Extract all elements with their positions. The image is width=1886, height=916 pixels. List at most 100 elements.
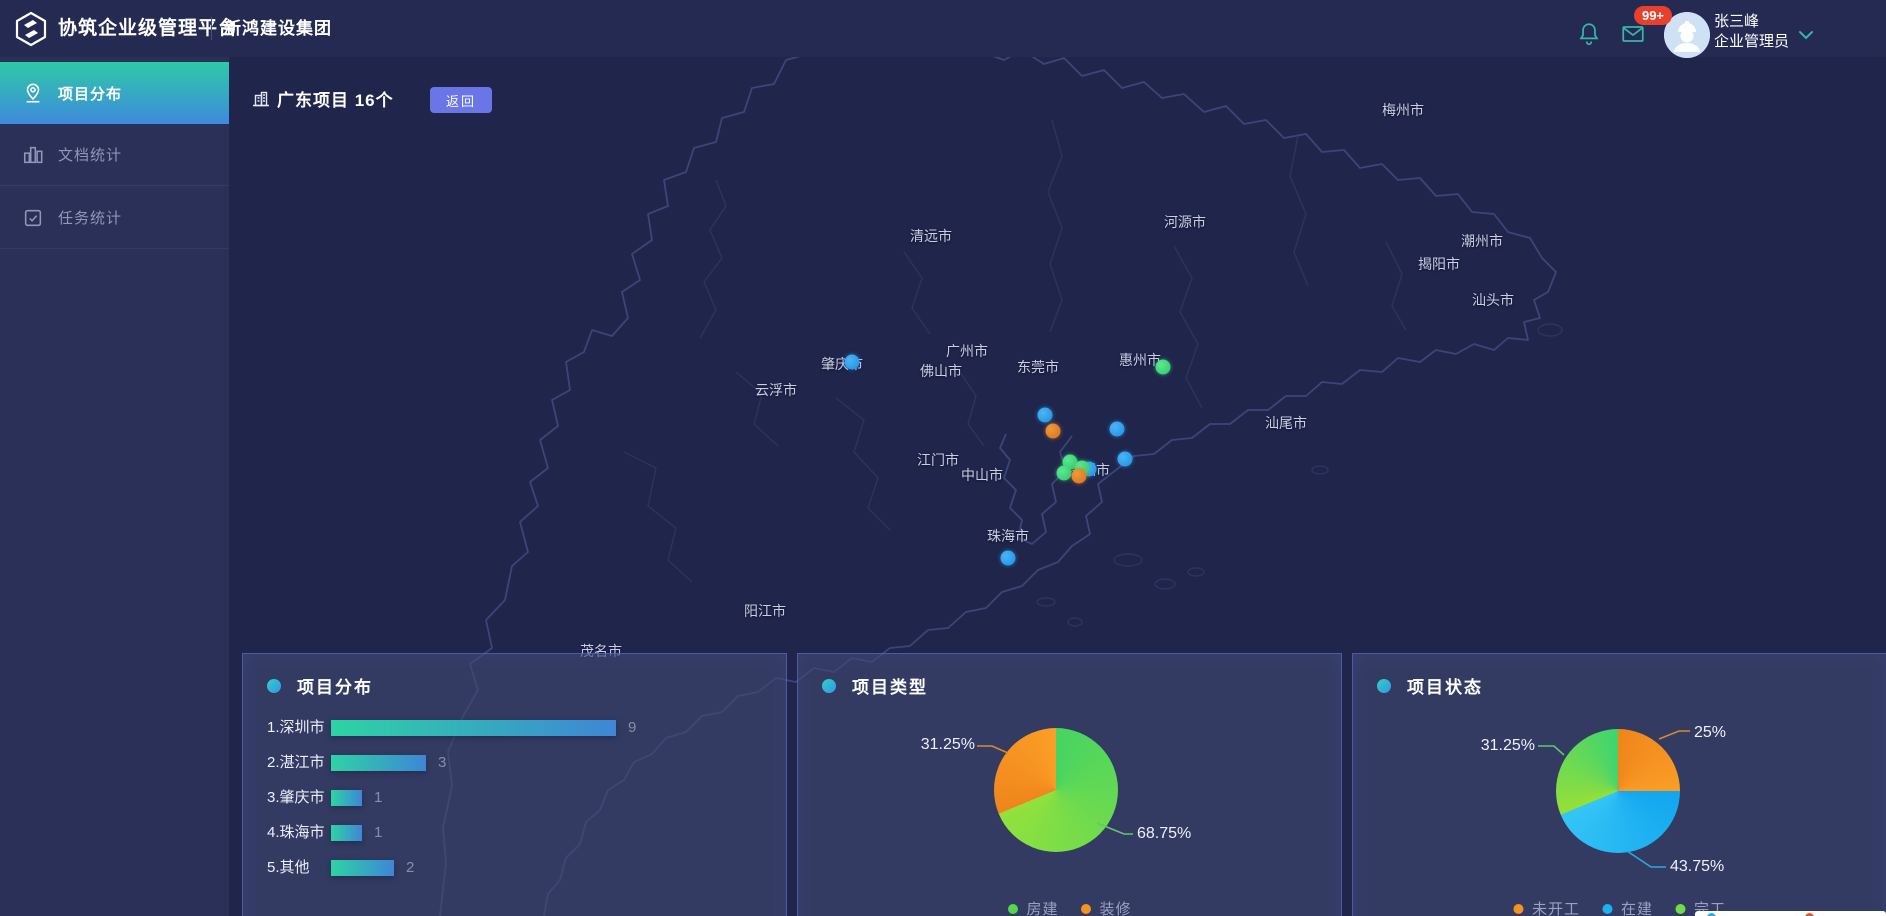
sidebar-item-label: 文档统计 xyxy=(58,144,122,165)
city-label: 潮州市 xyxy=(1461,231,1503,251)
bar-row: 3.肇庆市 1 xyxy=(243,789,786,807)
project-marker[interactable] xyxy=(1118,452,1133,467)
notification-badge: 99+ xyxy=(1634,6,1672,25)
panel-title: 项目类型 xyxy=(822,673,928,698)
project-marker[interactable] xyxy=(1156,360,1171,375)
bar-value: 9 xyxy=(628,719,636,737)
legend-item[interactable]: 在建 xyxy=(1602,898,1653,916)
city-label: 清远市 xyxy=(910,226,952,246)
legend-label: 房建 xyxy=(1026,898,1058,916)
top-bar: 协筑企业级管理平台 新鸿建设集团 99+ 张三峰 企业管理员 xyxy=(0,0,1886,57)
legend-dot-icon xyxy=(1513,904,1523,914)
city-label: 中山市 xyxy=(961,465,1003,485)
map-pin-icon xyxy=(22,82,44,104)
bar xyxy=(331,755,426,771)
city-label: 广州市 xyxy=(946,341,988,361)
chevron-down-icon[interactable] xyxy=(1796,25,1816,45)
project-marker[interactable] xyxy=(1072,469,1087,484)
city-label: 梅州市 xyxy=(1382,100,1424,120)
pie-value-label: 31.25% xyxy=(921,736,975,754)
legend-dot-icon xyxy=(1602,904,1612,914)
project-marker[interactable] xyxy=(1046,424,1061,439)
city-label: 佛山市 xyxy=(920,361,962,381)
panel-title: 项目状态 xyxy=(1377,673,1483,698)
map-title: 广东项目 16个 xyxy=(277,86,394,111)
user-role: 企业管理员 xyxy=(1714,33,1789,51)
city-label: 揭阳市 xyxy=(1418,254,1460,274)
sidebar-item-label: 项目分布 xyxy=(58,83,122,104)
bar-value: 1 xyxy=(374,789,382,807)
panel-title-dot-icon xyxy=(1377,679,1391,693)
legend-item[interactable]: 装修 xyxy=(1081,898,1132,916)
legend: 房建 装修 xyxy=(996,898,1142,916)
panel-project-distribution: 项目分布 1.深圳市 9 2.湛江市 3 3.肇庆市 1 4.珠海市 1 5.其… xyxy=(242,653,787,916)
panel-title-dot-icon xyxy=(267,679,281,693)
bar xyxy=(331,790,362,806)
user-name: 张三峰 xyxy=(1714,13,1759,31)
pie-value-label: 31.25% xyxy=(1481,737,1535,755)
panel-project-type: 项目类型 房建 装修 xyxy=(797,653,1342,916)
project-marker[interactable] xyxy=(845,355,860,370)
project-marker[interactable] xyxy=(1057,466,1072,481)
city-label: 汕尾市 xyxy=(1265,413,1307,433)
pie-chart-project-status xyxy=(1556,729,1680,853)
bar-row: 4.珠海市 1 xyxy=(243,824,786,842)
bar xyxy=(331,720,616,736)
city-label: 汕头市 xyxy=(1472,290,1514,310)
bar-row: 1.深圳市 9 xyxy=(243,719,786,737)
pie-value-label: 68.75% xyxy=(1137,825,1191,843)
bar-label: 1.深圳市 xyxy=(267,719,325,737)
back-button[interactable]: 返回 xyxy=(430,87,492,113)
city-label: 云浮市 xyxy=(755,380,797,400)
legend-label: 未开工 xyxy=(1532,898,1580,916)
sidebar-item-document-stats[interactable]: 文档统计 xyxy=(0,124,229,186)
pie-value-label: 25% xyxy=(1694,724,1726,742)
app-logo-icon xyxy=(13,11,49,47)
legend-dot-icon xyxy=(1081,904,1091,914)
dashboard-root: 广东项目 16个 返回 梅州市 清远市 河源市 潮州市 揭阳市 汕头市 广州市 … xyxy=(0,0,1886,916)
panel-title: 项目分布 xyxy=(267,673,373,698)
bar xyxy=(331,825,362,841)
legend-dot-icon xyxy=(1675,904,1685,914)
panel-title-text: 项目分布 xyxy=(297,673,373,698)
bell-icon[interactable] xyxy=(1576,21,1602,47)
building-icon xyxy=(253,91,269,107)
bar-label: 2.湛江市 xyxy=(267,754,325,772)
legend-dot-icon xyxy=(1007,904,1017,914)
bar-chart-icon xyxy=(22,144,44,166)
bar-value: 2 xyxy=(406,859,414,877)
bar-value: 3 xyxy=(438,754,446,772)
bar-label: 5.其他 xyxy=(267,859,310,877)
panel-title-text: 项目状态 xyxy=(1407,673,1483,698)
header-divider xyxy=(211,17,212,40)
pie-value-label: 43.75% xyxy=(1670,858,1724,876)
city-label: 珠海市 xyxy=(987,526,1029,546)
sidebar: 项目分布 文档统计 任务统计 xyxy=(0,57,229,916)
map-header: 广东项目 16个 xyxy=(253,86,394,111)
bar-row: 2.湛江市 3 xyxy=(243,754,786,772)
bar xyxy=(331,860,394,876)
legend-label: 装修 xyxy=(1100,898,1132,916)
bar-label: 3.肇庆市 xyxy=(267,789,325,807)
sidebar-item-project-distribution[interactable]: 项目分布 xyxy=(0,62,229,124)
panel-project-status: 项目状态 未开工 在建 完工 xyxy=(1352,653,1886,916)
company-name: 新鸿建设集团 xyxy=(224,0,332,57)
project-marker[interactable] xyxy=(1110,422,1125,437)
bar-row: 5.其他 2 xyxy=(243,859,786,877)
legend-item[interactable]: 房建 xyxy=(1007,898,1058,916)
sidebar-item-task-stats[interactable]: 任务统计 xyxy=(0,187,229,249)
bar-value: 1 xyxy=(374,824,382,842)
sidebar-item-label: 任务统计 xyxy=(58,207,122,228)
bar-label: 4.珠海市 xyxy=(267,824,325,842)
panel-title-text: 项目类型 xyxy=(852,673,928,698)
legend-item[interactable]: 未开工 xyxy=(1513,898,1580,916)
city-label: 东莞市 xyxy=(1017,357,1059,377)
panel-title-dot-icon xyxy=(822,679,836,693)
project-marker[interactable] xyxy=(1001,551,1016,566)
pie-chart-project-type xyxy=(994,728,1118,852)
project-marker[interactable] xyxy=(1038,408,1053,423)
tooltip-fragment xyxy=(1695,911,1886,916)
legend-label: 在建 xyxy=(1621,898,1653,916)
task-check-icon xyxy=(22,207,44,229)
city-label: 阳江市 xyxy=(744,601,786,621)
